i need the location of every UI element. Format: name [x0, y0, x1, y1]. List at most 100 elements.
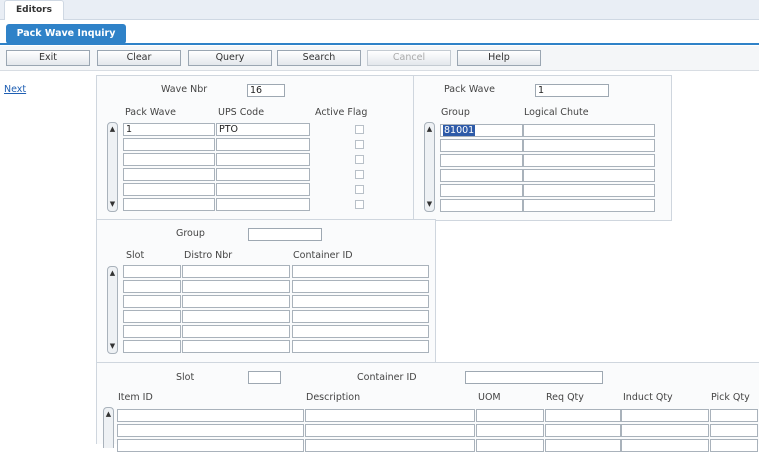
group-cell[interactable]	[440, 199, 523, 212]
description-cell[interactable]	[305, 409, 475, 422]
container-id-input[interactable]	[465, 371, 603, 384]
pick-qty-cell[interactable]	[710, 424, 758, 437]
scroll-up-icon[interactable]: ▲	[108, 269, 117, 278]
active-flag-checkbox[interactable]	[355, 140, 364, 149]
pack-wave-cell[interactable]	[123, 183, 215, 196]
ups-code-cell[interactable]: PTO	[216, 123, 310, 136]
distro-nbr-cell[interactable]	[182, 310, 290, 323]
ups-code-cell[interactable]	[216, 168, 310, 181]
group-label: Group	[176, 228, 205, 239]
ups-code-cell[interactable]	[216, 138, 310, 151]
logical-chute-cell[interactable]	[523, 154, 655, 167]
scroll-down-icon[interactable]: ▼	[108, 342, 117, 351]
distro-nbr-cell[interactable]	[182, 325, 290, 338]
active-flag-checkbox[interactable]	[355, 155, 364, 164]
pack-wave-input[interactable]: 1	[535, 84, 609, 97]
item-grid-scrollbar[interactable]: ▲	[103, 407, 114, 448]
cancel-button[interactable]: Cancel	[367, 50, 451, 66]
ups-code-cell[interactable]	[216, 183, 310, 196]
container-id-cell[interactable]	[292, 310, 429, 323]
slot-cell[interactable]	[123, 280, 181, 293]
pack-wave-cell[interactable]	[123, 138, 215, 151]
item-id-cell[interactable]	[117, 409, 304, 422]
search-button[interactable]: Search	[277, 50, 361, 66]
slot-cell[interactable]	[123, 340, 181, 353]
uom-cell[interactable]	[476, 424, 544, 437]
pack-wave-cell[interactable]: 1	[123, 123, 215, 136]
container-id-label: Container ID	[357, 372, 417, 383]
logical-chute-cell[interactable]	[523, 184, 655, 197]
ups-code-cell[interactable]	[216, 153, 310, 166]
slot-panel: Group Slot Distro Nbr Container ID ▲ ▼	[96, 219, 436, 363]
container-id-cell[interactable]	[292, 325, 429, 338]
slot-cell[interactable]	[123, 310, 181, 323]
distro-nbr-cell[interactable]	[182, 340, 290, 353]
induct-qty-cell[interactable]	[621, 424, 709, 437]
pack-wave-cell[interactable]	[123, 153, 215, 166]
ups-code-cell[interactable]	[216, 198, 310, 211]
pack-wave-label: Pack Wave	[444, 84, 495, 95]
slot-cell[interactable]	[123, 265, 181, 278]
logical-chute-cell[interactable]	[523, 139, 655, 152]
uom-cell[interactable]	[476, 439, 544, 452]
container-id-cell[interactable]	[292, 265, 429, 278]
group-cell[interactable]	[440, 154, 523, 167]
col-ups-code: UPS Code	[218, 107, 265, 118]
pack-wave-cell[interactable]	[123, 168, 215, 181]
group-cell[interactable]	[440, 169, 523, 182]
scroll-down-icon[interactable]: ▼	[108, 200, 117, 209]
req-qty-cell[interactable]	[545, 424, 621, 437]
group-value-selected: 81001	[443, 125, 476, 136]
item-id-cell[interactable]	[117, 424, 304, 437]
container-id-cell[interactable]	[292, 340, 429, 353]
logical-chute-cell[interactable]	[523, 124, 655, 137]
editors-tab[interactable]: Editors	[4, 0, 64, 20]
slot-label: Slot	[176, 372, 195, 383]
active-flag-checkbox[interactable]	[355, 185, 364, 194]
induct-qty-cell[interactable]	[621, 409, 709, 422]
active-flag-checkbox[interactable]	[355, 125, 364, 134]
active-flag-checkbox[interactable]	[355, 200, 364, 209]
group-cell[interactable]	[440, 184, 523, 197]
item-id-cell[interactable]	[117, 439, 304, 452]
container-id-cell[interactable]	[292, 295, 429, 308]
pick-qty-cell[interactable]	[710, 439, 758, 452]
slot-cell[interactable]	[123, 295, 181, 308]
distro-nbr-cell[interactable]	[182, 280, 290, 293]
group-grid-scrollbar[interactable]: ▲ ▼	[424, 122, 435, 212]
query-button[interactable]: Query	[188, 50, 272, 66]
slot-cell[interactable]	[123, 325, 181, 338]
distro-nbr-cell[interactable]	[182, 295, 290, 308]
pick-qty-cell[interactable]	[710, 409, 758, 422]
exit-button[interactable]: Exit	[6, 50, 90, 66]
scroll-down-icon[interactable]: ▼	[425, 200, 434, 209]
logical-chute-cell[interactable]	[523, 199, 655, 212]
group-input[interactable]	[248, 228, 322, 241]
induct-qty-cell[interactable]	[621, 439, 709, 452]
pack-wave-cell[interactable]	[123, 198, 215, 211]
wave-grid-scrollbar[interactable]: ▲ ▼	[107, 122, 118, 212]
distro-nbr-cell[interactable]	[182, 265, 290, 278]
col-pack-wave: Pack Wave	[125, 107, 176, 118]
description-cell[interactable]	[305, 424, 475, 437]
scroll-up-icon[interactable]: ▲	[108, 125, 117, 134]
logical-chute-cell[interactable]	[523, 169, 655, 182]
uom-cell[interactable]	[476, 409, 544, 422]
wave-nbr-input[interactable]: 16	[247, 84, 285, 97]
slot-grid-scrollbar[interactable]: ▲ ▼	[107, 266, 118, 354]
active-flag-checkbox[interactable]	[355, 170, 364, 179]
tab-pack-wave-inquiry[interactable]: Pack Wave Inquiry	[6, 24, 126, 44]
slot-input[interactable]	[248, 371, 281, 384]
help-button[interactable]: Help	[457, 50, 541, 66]
next-link[interactable]: Next	[4, 84, 26, 95]
group-cell[interactable]	[440, 139, 523, 152]
scroll-up-icon[interactable]: ▲	[104, 410, 113, 419]
req-qty-cell[interactable]	[545, 439, 621, 452]
scroll-up-icon[interactable]: ▲	[425, 125, 434, 134]
item-panel: Slot Container ID Item ID Description UO…	[96, 362, 759, 452]
description-cell[interactable]	[305, 439, 475, 452]
group-cell[interactable]: 81001	[440, 124, 523, 137]
container-id-cell[interactable]	[292, 280, 429, 293]
req-qty-cell[interactable]	[545, 409, 621, 422]
clear-button[interactable]: Clear	[97, 50, 181, 66]
